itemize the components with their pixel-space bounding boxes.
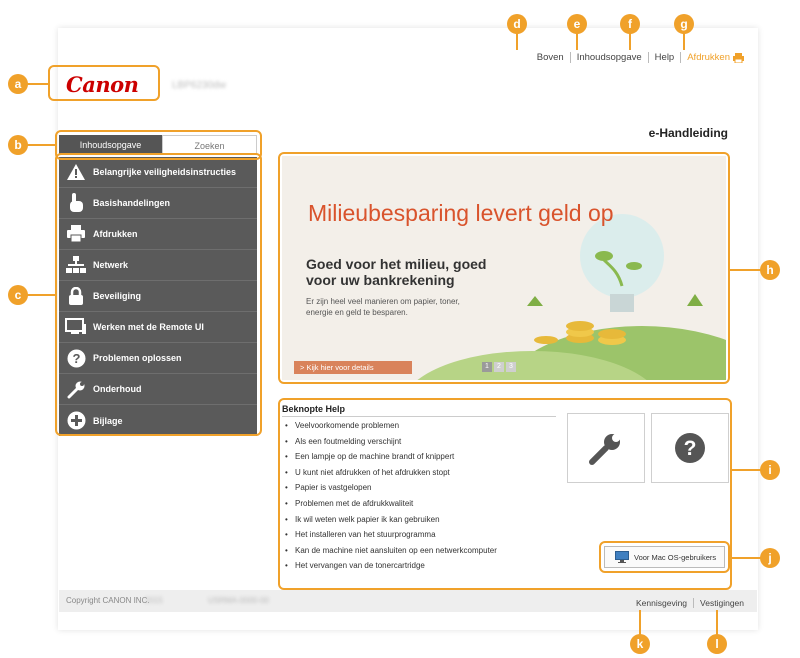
callout-line-h xyxy=(730,269,762,271)
divider xyxy=(693,598,695,608)
callout-badge-d: d xyxy=(507,14,527,34)
link-help[interactable]: Help xyxy=(655,52,675,63)
model-name: LBP6230dw xyxy=(172,80,226,91)
copyright-text: Copyright CANON INC. xyxy=(66,596,150,605)
callout-frame-a xyxy=(48,65,160,101)
print-label: Afdrukken xyxy=(687,52,730,63)
callout-line-d xyxy=(516,32,518,50)
callout-badge-k: k xyxy=(630,634,650,654)
callout-line-e xyxy=(576,32,578,50)
callout-line-f xyxy=(629,32,631,50)
callout-line-g xyxy=(683,32,685,50)
link-boven[interactable]: Boven xyxy=(537,52,564,63)
callout-line-i xyxy=(732,469,762,471)
footer-links: Kennisgeving Vestigingen xyxy=(636,598,744,608)
print-link[interactable]: Afdrukken xyxy=(687,52,744,63)
divider xyxy=(647,52,649,63)
printer-icon xyxy=(733,52,744,63)
callout-line-b xyxy=(26,144,56,146)
callout-line-a xyxy=(26,83,50,85)
callout-frame-h xyxy=(278,152,730,384)
top-links: Boven Inhoudsopgave Help Afdrukken xyxy=(537,52,744,63)
link-vestigingen[interactable]: Vestigingen xyxy=(700,598,744,608)
callout-badge-l: l xyxy=(707,634,727,654)
divider xyxy=(569,52,571,63)
callout-frame-c xyxy=(55,153,262,436)
manual-title: e-Handleiding xyxy=(648,126,728,140)
copyright-year: 2015 xyxy=(145,596,163,605)
link-inhoudsopgave[interactable]: Inhoudsopgave xyxy=(577,52,642,63)
callout-line-c xyxy=(26,294,56,296)
link-kennisgeving[interactable]: Kennisgeving xyxy=(636,598,687,608)
callout-badge-j: j xyxy=(760,548,780,568)
callout-badge-f: f xyxy=(620,14,640,34)
callout-frame-j xyxy=(599,541,730,573)
callout-badge-h: h xyxy=(760,260,780,280)
callout-badge-a: a xyxy=(8,74,28,94)
callout-badge-c: c xyxy=(8,285,28,305)
divider xyxy=(680,52,682,63)
callout-badge-g: g xyxy=(674,14,694,34)
callout-badge-e: e xyxy=(567,14,587,34)
callout-line-j xyxy=(730,557,762,559)
callout-badge-i: i xyxy=(760,460,780,480)
product-code: USRMA-0000-00 xyxy=(208,596,269,605)
callout-badge-b: b xyxy=(8,135,28,155)
